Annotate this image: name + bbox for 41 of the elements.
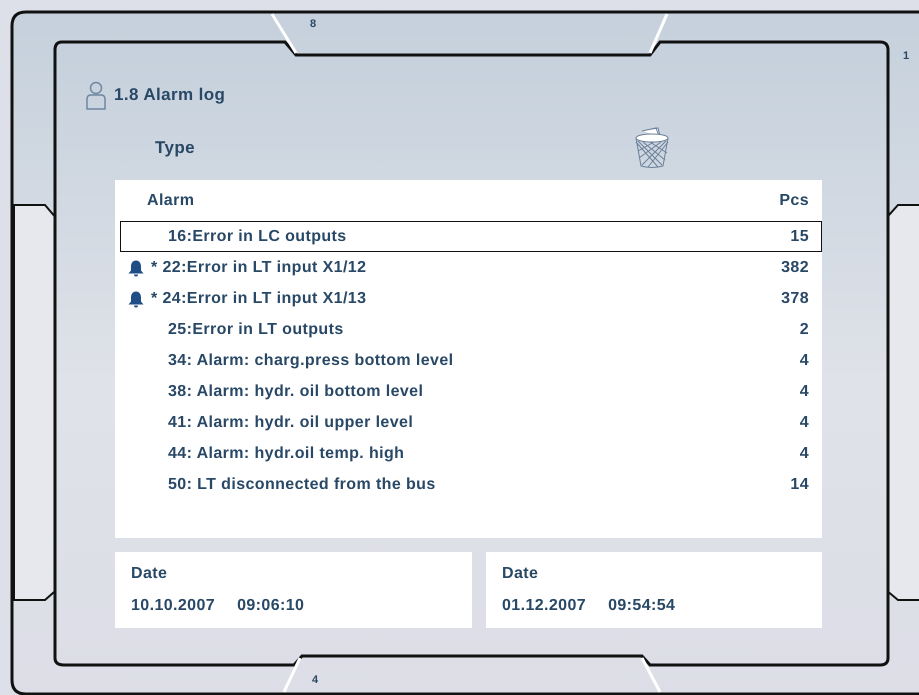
alarm-name: 16:Error in LC outputs	[167, 228, 348, 246]
alarm-name: 44: Alarm: hydr.oil temp. high	[167, 444, 406, 462]
alarm-row[interactable]: 50: LT disconnected from the bus 14	[120, 469, 822, 500]
time-value: 09:06:10	[237, 597, 304, 615]
alarm-row[interactable]: 34: Alarm: charg.press bottom level 4	[120, 345, 822, 376]
alarm-name: 41: Alarm: hydr. oil upper level	[167, 414, 414, 432]
alarm-count: 4	[800, 414, 809, 432]
alarm-name: 50: LT disconnected from the bus	[167, 476, 437, 494]
screen-title: 1.8 Alarm log	[114, 85, 226, 105]
time-value: 09:54:54	[608, 597, 676, 615]
alarm-count: 2	[800, 320, 809, 338]
alarm-count: 4	[800, 382, 809, 400]
alarm-count: 382	[781, 258, 809, 276]
date-value: 01.12.2007	[502, 597, 586, 615]
alarm-row[interactable]: 38: Alarm: hydr. oil bottom level 4	[120, 376, 822, 407]
alarm-row[interactable]: 25:Error in LT outputs 2	[120, 314, 822, 345]
alarm-name: 25:Error in LT outputs	[167, 320, 345, 338]
alarm-name: * 22:Error in LT input X1/12	[151, 258, 368, 276]
type-label: Type	[155, 138, 196, 158]
alarm-name: * 24:Error in LT input X1/13	[151, 290, 368, 308]
tab-number[interactable]: 8	[310, 18, 316, 30]
alarm-row[interactable]: 16:Error in LC outputs 15	[120, 221, 822, 252]
user-icon	[85, 80, 107, 110]
alarm-count: 378	[781, 290, 809, 308]
alarm-count: 4	[800, 352, 809, 370]
alarm-row[interactable]: 41: Alarm: hydr. oil upper level 4	[120, 407, 822, 438]
date-label: Date	[131, 565, 168, 583]
column-header: Pcs	[779, 192, 809, 210]
alarm-count: 15	[790, 228, 809, 246]
column-header: Alarm	[147, 192, 194, 210]
tab-number[interactable]: 1	[903, 50, 910, 62]
alarm-row[interactable]: * 24:Error in LT input X1/13 378	[120, 283, 822, 314]
alarm-name: 34: Alarm: charg.press bottom level	[167, 352, 454, 370]
alarm-count: 14	[790, 476, 809, 494]
alarm-row[interactable]: * 22:Error in LT input X1/12 382	[120, 252, 822, 283]
alarm-count: 4	[800, 444, 809, 462]
alarm-row[interactable]: 44: Alarm: hydr.oil temp. high 4	[120, 438, 822, 469]
date-value: 10.10.2007	[131, 597, 216, 615]
tab-number[interactable]: 4	[312, 674, 318, 686]
alarm-name: 38: Alarm: hydr. oil bottom level	[167, 382, 424, 400]
date-label: Date	[502, 565, 538, 583]
